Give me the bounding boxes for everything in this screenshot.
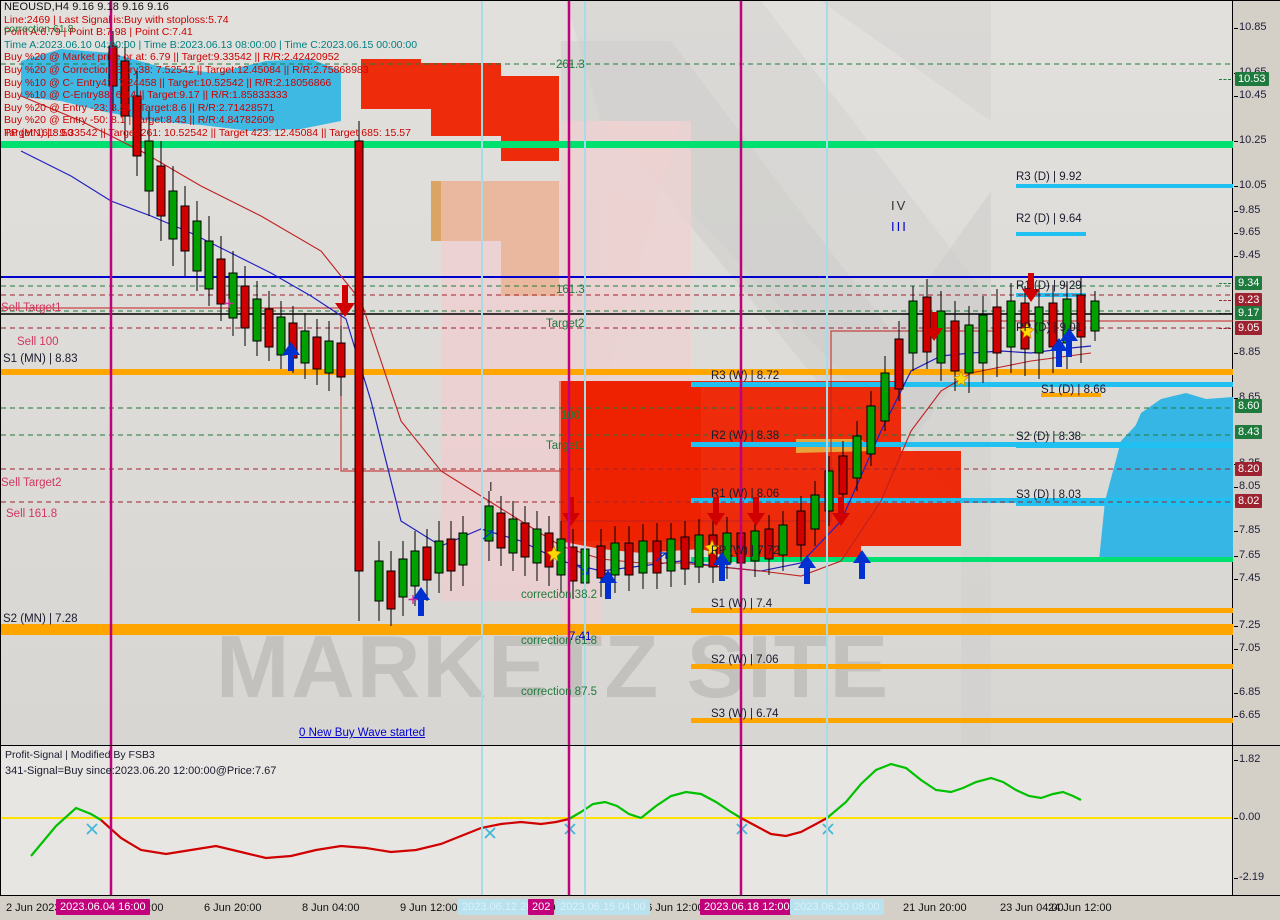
price-scale-badge: 8.60 [1235, 399, 1263, 413]
indicator-plot-area[interactable]: Profit-Signal | Modified By FSB3 341-Sig… [1, 746, 1233, 895]
price-scale-tick: 7.85 [1233, 524, 1261, 536]
pivot-label-daily-6: S3 (D) | 8.03 [1016, 489, 1081, 501]
price-scale[interactable]: 10.8510.6510.4510.2510.059.859.659.458.8… [1219, 1, 1280, 745]
time-scale-tick: 2 Jun 2023 [6, 902, 61, 914]
time-scale-tick: 9 Jun 12:00 [400, 902, 458, 914]
price-scale-tick: 9.45 [1233, 249, 1261, 261]
fib-label-1: Sell 100 [17, 336, 59, 348]
indicator-scale-tick: -2.19 [1233, 871, 1265, 883]
trading-terminal-chart: MARKETZ SITE S1 (MN) | 8.83 S2 (MN) | 7.… [0, 0, 1280, 920]
price-scale-tick: 8.85 [1233, 346, 1261, 358]
price-scale-badge: 9.17 [1235, 306, 1263, 320]
pivot-label-daily-3: PP (D) | 9.01 [1016, 322, 1083, 334]
time-scale-badge: 2023.06.18 12:00 [700, 899, 794, 915]
price-scale-tick: 9.85 [1233, 204, 1261, 216]
wave-label-2: I [489, 479, 495, 494]
pivot-label-monthly-0: S1 (MN) | 8.83 [3, 353, 78, 365]
price-scale-badge: 8.43 [1235, 425, 1263, 439]
indicator-scale-tick: 1.82 [1233, 753, 1261, 765]
price-scale-tick: 7.45 [1233, 572, 1261, 584]
price-scale-tick: 7.25 [1233, 619, 1261, 631]
pivot-label-weekly-1: R2 (W) | 8.38 [711, 430, 780, 442]
price-scale-badge: 8.20 [1235, 462, 1263, 476]
price-scale-badge: 10.53 [1235, 72, 1269, 86]
pivot-label-daily-4: S1 (D) | 8.66 [1041, 384, 1106, 396]
pivot-label-weekly-3: PP (W) | 7.72 [711, 545, 780, 557]
fib-label-4: 261.3 [556, 59, 585, 71]
time-scale-badge: 2023.06.04 16:00 [56, 899, 150, 915]
indicator-scale[interactable]: 1.82 0.00 -2.19 [1232, 746, 1280, 895]
time-scale[interactable]: 2 Jun 20235 Jun 12:006 Jun 20:008 Jun 04… [0, 895, 1280, 920]
fib-label-6: Target2 [546, 318, 585, 330]
indicator-title: Profit-Signal | Modified By FSB3 [5, 749, 155, 761]
vertical-markers-layer [109, 1, 828, 745]
price-scale-tick: 7.65 [1233, 549, 1261, 561]
pivot-label-daily-0: R3 (D) | 9.92 [1016, 171, 1082, 183]
time-scale-tick: 24 Jun 12:00 [1048, 902, 1112, 914]
pivot-label-daily-5: S2 (D) | 8.38 [1016, 431, 1081, 443]
fib-label-2: Sell Target2 [1, 477, 62, 489]
fib-label-5: 161.3 [556, 284, 585, 296]
indicator-scale-tick: 0.00 [1233, 811, 1261, 823]
fib-label-3: Sell 161.8 [6, 508, 58, 520]
price-scale-tick: 10.05 [1234, 179, 1267, 191]
pivot-label-daily-2: R1 (D) | 9.29 [1016, 280, 1082, 292]
fib-label-0: Sell Target1 [1, 302, 62, 314]
fib-label-8: Target1 [546, 440, 585, 452]
new-buy-wave-note[interactable]: 0 New Buy Wave started [299, 727, 425, 739]
pivot-label-daily-1: R2 (D) | 9.64 [1016, 213, 1082, 225]
pivot-label-monthly-1: S2 (MN) | 7.28 [3, 613, 78, 625]
price-scale-badge: 9.05 [1235, 321, 1263, 335]
price-scale-tick: 8.05 [1233, 480, 1261, 492]
price-scale-tick: 6.65 [1233, 709, 1261, 721]
time-scale-tick: 21 Jun 20:00 [903, 902, 967, 914]
pivot-label-weekly-0: R3 (W) | 8.72 [711, 370, 780, 382]
time-scale-tick: 6 Jun 20:00 [204, 902, 262, 914]
pivot-label-weekly-4: S1 (W) | 7.4 [711, 598, 773, 610]
fib-label-9: correction 38.2 [521, 589, 598, 601]
fib-label-11: correction 87.5 [521, 686, 598, 698]
pivot-label-weekly-2: R1 (W) | 8.06 [711, 488, 780, 500]
price-scale-tick: 7.05 [1233, 642, 1261, 654]
time-scale-badge: 2023.06.15 04:00 [556, 899, 650, 915]
pivot-label-weekly-6: S3 (W) | 6.74 [711, 708, 779, 720]
fib-label-12: 7.41 [569, 631, 592, 643]
indicator-signal-text: 341-Signal=Buy since:2023.06.20 12:00:00… [5, 765, 277, 777]
time-scale-tick: 8 Jun 04:00 [302, 902, 360, 914]
fib-label-7: 100 [561, 410, 581, 422]
price-scale-badge: 9.34 [1235, 276, 1263, 290]
price-scale-badge: 8.02 [1235, 494, 1263, 508]
price-pane[interactable]: MARKETZ SITE S1 (MN) | 8.83 S2 (MN) | 7.… [0, 0, 1280, 745]
price-scale-tick: 10.45 [1234, 89, 1267, 101]
price-scale-tick: 9.65 [1233, 226, 1261, 238]
price-scale-badge: 9.23 [1235, 293, 1263, 307]
price-scale-tick: 10.25 [1234, 134, 1267, 146]
wave-label-0: IV [891, 198, 908, 213]
time-scale-badge: 2023.06.20 08:00 [790, 899, 884, 915]
profit-signal-indicator-pane[interactable]: Profit-Signal | Modified By FSB3 341-Sig… [0, 745, 1280, 895]
price-scale-tick: 10.85 [1234, 21, 1267, 33]
wave-label-1: III [891, 219, 908, 234]
time-scale-badge: 202 [528, 899, 555, 915]
price-plot-area[interactable]: MARKETZ SITE S1 (MN) | 8.83 S2 (MN) | 7.… [1, 1, 1233, 745]
price-scale-tick: 6.85 [1233, 686, 1261, 698]
pivot-label-weekly-5: S2 (W) | 7.06 [711, 654, 779, 666]
